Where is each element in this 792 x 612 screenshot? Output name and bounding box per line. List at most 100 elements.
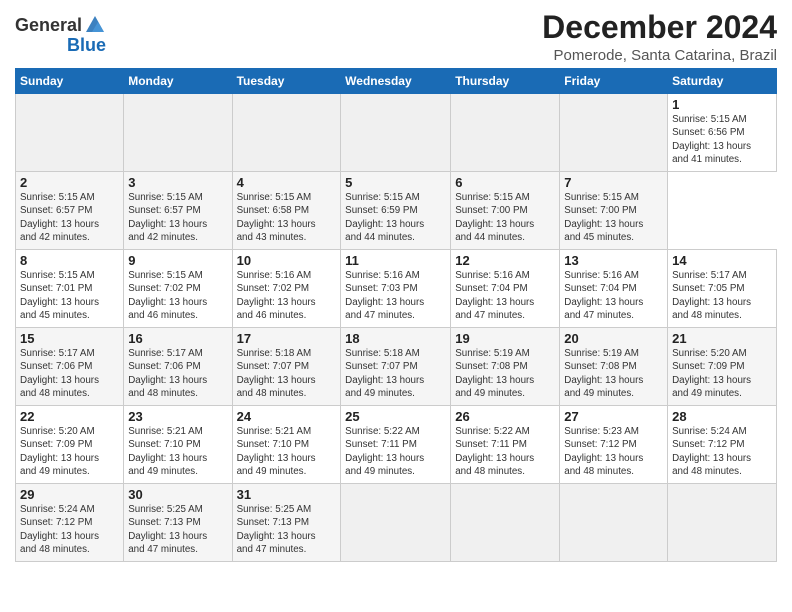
page-container: General Blue December 2024 Pomerode, San…: [0, 0, 792, 612]
day-number: 21: [672, 331, 772, 346]
day-info: Sunrise: 5:16 AMSunset: 7:04 PMDaylight:…: [455, 270, 534, 321]
day-info: Sunrise: 5:15 AMSunset: 6:58 PMDaylight:…: [237, 192, 316, 243]
day-info: Sunrise: 5:19 AMSunset: 7:08 PMDaylight:…: [564, 348, 643, 399]
day-cell: 2 Sunrise: 5:15 AMSunset: 6:57 PMDaylight…: [16, 172, 124, 250]
day-cell: 18Sunrise: 5:18 AMSunset: 7:07 PMDayligh…: [341, 328, 451, 406]
logo: General Blue: [15, 14, 106, 54]
day-info: Sunrise: 5:22 AMSunset: 7:11 PMDaylight:…: [455, 426, 534, 477]
day-cell: 17 Sunrise: 5:18 AMSunset: 7:07 PMDayligh…: [232, 328, 341, 406]
day-number: 11: [345, 253, 446, 268]
empty-day-cell: [451, 484, 560, 562]
calendar-header-cell: Sunday: [16, 69, 124, 94]
logo-general: General: [15, 16, 82, 34]
day-number: 8: [20, 253, 119, 268]
calendar-week-row: 15 Sunrise: 5:17 AMSunset: 7:06 PMDayligh…: [16, 328, 777, 406]
day-info: Sunrise: 5:25 AMSunset: 7:13 PMDaylight:…: [237, 504, 316, 555]
day-number: 17: [237, 331, 337, 346]
day-number: 23: [128, 409, 227, 424]
day-cell: 15 Sunrise: 5:17 AMSunset: 7:06 PMDayligh…: [16, 328, 124, 406]
day-info: Sunrise: 5:25 AMSunset: 7:13 PMDaylight:…: [128, 504, 207, 555]
day-cell: 3Sunrise: 5:15 AMSunset: 6:57 PMDaylight…: [124, 172, 232, 250]
logo-blue: Blue: [67, 36, 106, 54]
day-number: 25: [345, 409, 446, 424]
day-cell: 30 Sunrise: 5:25 AMSunset: 7:13 PMDayligh…: [124, 484, 232, 562]
day-number: 28: [672, 409, 772, 424]
day-number: 16: [128, 331, 227, 346]
header: General Blue December 2024 Pomerode, San…: [15, 10, 777, 64]
day-number: 13: [564, 253, 663, 268]
calendar-week-row: 2 Sunrise: 5:15 AMSunset: 6:57 PMDaylight…: [16, 172, 777, 250]
day-info: Sunrise: 5:20 AMSunset: 7:09 PMDaylight:…: [20, 426, 99, 477]
day-info: Sunrise: 5:21 AMSunset: 7:10 PMDaylight:…: [237, 426, 316, 477]
day-number: 30: [128, 487, 227, 502]
day-info: Sunrise: 5:15 AMSunset: 7:02 PMDaylight:…: [128, 270, 207, 321]
day-number: 3: [128, 175, 227, 190]
day-cell: 11 Sunrise: 5:16 AMSunset: 7:03 PMDayligh…: [341, 250, 451, 328]
day-cell: 19Sunrise: 5:19 AMSunset: 7:08 PMDayligh…: [451, 328, 560, 406]
day-info: Sunrise: 5:15 AMSunset: 6:56 PMDaylight:…: [672, 114, 751, 165]
day-number: 18: [345, 331, 446, 346]
day-info: Sunrise: 5:23 AMSunset: 7:12 PMDaylight:…: [564, 426, 643, 477]
day-number: 15: [20, 331, 119, 346]
day-cell: 5Sunrise: 5:15 AMSunset: 6:59 PMDaylight…: [341, 172, 451, 250]
empty-day-cell: [124, 94, 232, 172]
day-cell: 9 Sunrise: 5:15 AMSunset: 7:02 PMDaylight…: [124, 250, 232, 328]
day-cell: 8 Sunrise: 5:15 AMSunset: 7:01 PMDaylight…: [16, 250, 124, 328]
day-number: 31: [237, 487, 337, 502]
day-number: 12: [455, 253, 555, 268]
day-cell: 22Sunrise: 5:20 AMSunset: 7:09 PMDayligh…: [16, 406, 124, 484]
calendar-week-row: 8 Sunrise: 5:15 AMSunset: 7:01 PMDaylight…: [16, 250, 777, 328]
day-cell: 4Sunrise: 5:15 AMSunset: 6:58 PMDaylight…: [232, 172, 341, 250]
day-info: Sunrise: 5:15 AMSunset: 7:00 PMDaylight:…: [455, 192, 534, 243]
day-number: 2: [20, 175, 119, 190]
day-cell: 20Sunrise: 5:19 AMSunset: 7:08 PMDayligh…: [560, 328, 668, 406]
calendar-header-cell: Tuesday: [232, 69, 341, 94]
day-info: Sunrise: 5:21 AMSunset: 7:10 PMDaylight:…: [128, 426, 207, 477]
empty-day-cell: [16, 94, 124, 172]
day-number: 6: [455, 175, 555, 190]
main-title: December 2024: [542, 10, 777, 45]
day-cell: 1 Sunrise: 5:15 AMSunset: 6:56 PMDaylight…: [668, 94, 777, 172]
calendar-week-row: 22Sunrise: 5:20 AMSunset: 7:09 PMDayligh…: [16, 406, 777, 484]
day-info: Sunrise: 5:24 AMSunset: 7:12 PMDaylight:…: [20, 504, 99, 555]
day-cell: 21 Sunrise: 5:20 AMSunset: 7:09 PMDayligh…: [668, 328, 777, 406]
day-cell: 31 Sunrise: 5:25 AMSunset: 7:13 PMDayligh…: [232, 484, 341, 562]
day-info: Sunrise: 5:15 AMSunset: 7:00 PMDaylight:…: [564, 192, 643, 243]
day-info: Sunrise: 5:15 AMSunset: 7:01 PMDaylight:…: [20, 270, 99, 321]
day-info: Sunrise: 5:16 AMSunset: 7:03 PMDaylight:…: [345, 270, 424, 321]
empty-day-cell: [560, 484, 668, 562]
day-info: Sunrise: 5:17 AMSunset: 7:06 PMDaylight:…: [128, 348, 207, 399]
calendar-header-cell: Wednesday: [341, 69, 451, 94]
day-number: 9: [128, 253, 227, 268]
day-info: Sunrise: 5:17 AMSunset: 7:06 PMDaylight:…: [20, 348, 99, 399]
day-cell: 12 Sunrise: 5:16 AMSunset: 7:04 PMDayligh…: [451, 250, 560, 328]
day-cell: 10Sunrise: 5:16 AMSunset: 7:02 PMDayligh…: [232, 250, 341, 328]
day-number: 1: [672, 97, 772, 112]
day-number: 19: [455, 331, 555, 346]
calendar-table: SundayMondayTuesdayWednesdayThursdayFrid…: [15, 68, 777, 562]
day-info: Sunrise: 5:16 AMSunset: 7:02 PMDaylight:…: [237, 270, 316, 321]
day-cell: 13 Sunrise: 5:16 AMSunset: 7:04 PMDayligh…: [560, 250, 668, 328]
calendar-header-cell: Saturday: [668, 69, 777, 94]
day-cell: 27 Sunrise: 5:23 AMSunset: 7:12 PMDayligh…: [560, 406, 668, 484]
day-info: Sunrise: 5:22 AMSunset: 7:11 PMDaylight:…: [345, 426, 424, 477]
calendar-header-cell: Thursday: [451, 69, 560, 94]
day-number: 5: [345, 175, 446, 190]
day-number: 27: [564, 409, 663, 424]
day-cell: 29 Sunrise: 5:24 AMSunset: 7:12 PMDayligh…: [16, 484, 124, 562]
title-block: December 2024 Pomerode, Santa Catarina, …: [542, 10, 777, 64]
day-cell: 14Sunrise: 5:17 AMSunset: 7:05 PMDayligh…: [668, 250, 777, 328]
calendar-body: 1 Sunrise: 5:15 AMSunset: 6:56 PMDaylight…: [16, 94, 777, 562]
calendar-header: SundayMondayTuesdayWednesdayThursdayFrid…: [16, 69, 777, 94]
day-number: 26: [455, 409, 555, 424]
day-number: 14: [672, 253, 772, 268]
header-row: SundayMondayTuesdayWednesdayThursdayFrid…: [16, 69, 777, 94]
day-cell: 25 Sunrise: 5:22 AMSunset: 7:11 PMDayligh…: [341, 406, 451, 484]
day-info: Sunrise: 5:24 AMSunset: 7:12 PMDaylight:…: [672, 426, 751, 477]
day-info: Sunrise: 5:15 AMSunset: 6:57 PMDaylight:…: [20, 192, 99, 243]
logo-icon: [84, 14, 106, 36]
day-number: 29: [20, 487, 119, 502]
day-info: Sunrise: 5:20 AMSunset: 7:09 PMDaylight:…: [672, 348, 751, 399]
day-info: Sunrise: 5:16 AMSunset: 7:04 PMDaylight:…: [564, 270, 643, 321]
day-info: Sunrise: 5:18 AMSunset: 7:07 PMDaylight:…: [237, 348, 316, 399]
